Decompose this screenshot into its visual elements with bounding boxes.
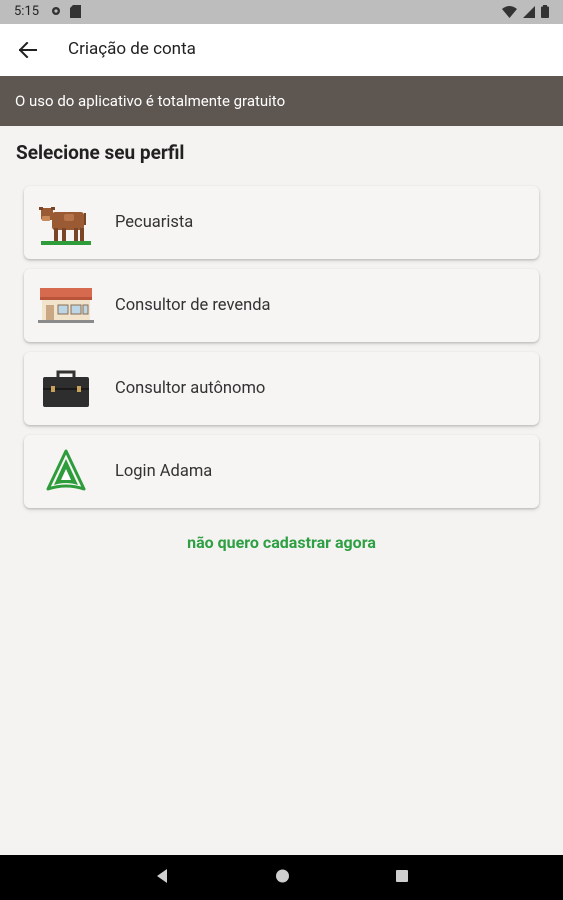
skip-registration-link[interactable]: não quero cadastrar agora xyxy=(0,533,563,552)
briefcase-icon xyxy=(38,363,94,415)
status-time: 5:15 xyxy=(14,4,40,19)
adama-logo-icon xyxy=(38,446,94,498)
sd-card-icon xyxy=(70,5,81,18)
status-bar: 5:15 xyxy=(0,0,563,24)
profile-label: Consultor autônomo xyxy=(115,379,266,398)
info-banner: O uso do aplicativo é totalmente gratuit… xyxy=(0,76,563,126)
profile-option-consultor-autonomo[interactable]: Consultor autônomo xyxy=(24,352,539,425)
wifi-icon xyxy=(502,5,517,18)
nav-home-icon[interactable] xyxy=(275,868,290,884)
system-nav-bar xyxy=(0,855,563,900)
back-button[interactable] xyxy=(14,36,42,64)
page-title: Criação de conta xyxy=(68,39,196,59)
app-bar: Criação de conta xyxy=(0,24,563,76)
banner-text: O uso do aplicativo é totalmente gratuit… xyxy=(15,92,286,110)
profile-label: Login Adama xyxy=(115,462,213,481)
signal-icon xyxy=(523,5,535,18)
profile-option-consultor-revenda[interactable]: Consultor de revenda xyxy=(24,269,539,342)
settings-icon xyxy=(52,7,60,15)
profile-label: Pecuarista xyxy=(115,213,194,232)
profile-option-pecuarista[interactable]: Pecuarista xyxy=(24,186,539,259)
section-title: Selecione seu perfil xyxy=(16,141,185,164)
battery-icon xyxy=(541,5,549,18)
cow-icon xyxy=(38,197,94,249)
nav-back-icon[interactable] xyxy=(155,868,169,884)
store-icon xyxy=(38,280,94,332)
arrow-back-icon xyxy=(19,42,37,58)
profile-label: Consultor de revenda xyxy=(115,296,271,315)
nav-recents-icon[interactable] xyxy=(395,868,409,884)
profile-option-login-adama[interactable]: Login Adama xyxy=(24,435,539,508)
